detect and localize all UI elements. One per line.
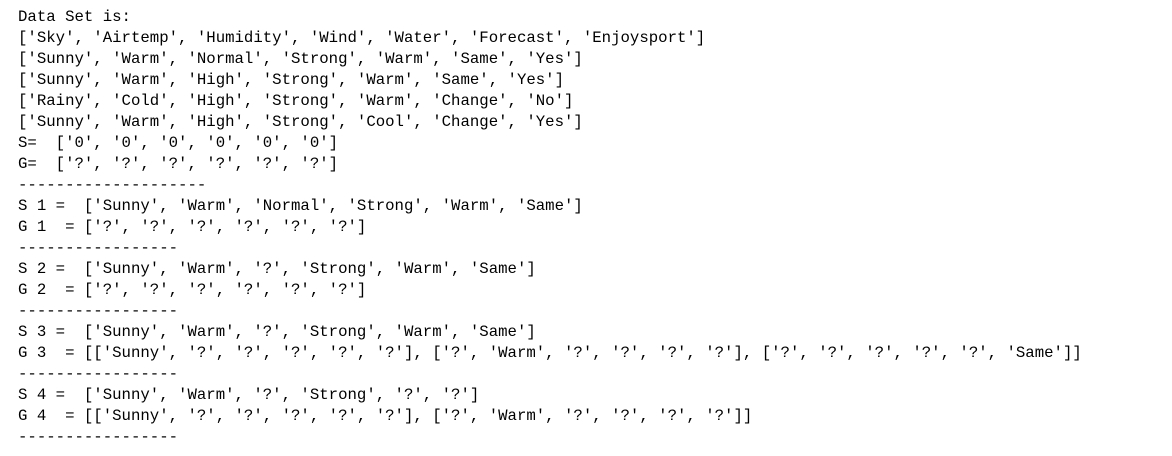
s-step-4: S 4 = ['Sunny', 'Warm', '?', 'Strong', '… [18, 386, 480, 404]
separator: ----------------- [18, 239, 179, 257]
initial-s: S= ['0', '0', '0', '0', '0', '0'] [18, 134, 339, 152]
g-step-4: G 4 = [['Sunny', '?', '?', '?', '?', '?'… [18, 407, 753, 425]
output-header: Data Set is: [18, 8, 131, 26]
s-step-3: S 3 = ['Sunny', 'Warm', '?', 'Strong', '… [18, 323, 536, 341]
g-step-1: G 1 = ['?', '?', '?', '?', '?', '?'] [18, 218, 367, 236]
separator: ----------------- [18, 365, 179, 383]
separator: ----------------- [18, 302, 179, 320]
dataset-row: ['Sunny', 'Warm', 'High', 'Strong', 'Coo… [18, 113, 583, 131]
cell-output: Data Set is: ['Sky', 'Airtemp', 'Humidit… [18, 7, 1082, 448]
dataset-row: ['Sunny', 'Warm', 'Normal', 'Strong', 'W… [18, 50, 583, 68]
dataset-attributes-row: ['Sky', 'Airtemp', 'Humidity', 'Wind', '… [18, 29, 706, 47]
g-step-2: G 2 = ['?', '?', '?', '?', '?', '?'] [18, 281, 367, 299]
separator: -------------------- [18, 176, 207, 194]
g-step-3: G 3 = [['Sunny', '?', '?', '?', '?', '?'… [18, 344, 1082, 362]
initial-g: G= ['?', '?', '?', '?', '?', '?'] [18, 155, 339, 173]
dataset-row: ['Sunny', 'Warm', 'High', 'Strong', 'War… [18, 71, 565, 89]
separator: ----------------- [18, 428, 179, 446]
s-step-1: S 1 = ['Sunny', 'Warm', 'Normal', 'Stron… [18, 197, 583, 215]
s-step-2: S 2 = ['Sunny', 'Warm', '?', 'Strong', '… [18, 260, 536, 278]
dataset-row: ['Rainy', 'Cold', 'High', 'Strong', 'War… [18, 92, 574, 110]
